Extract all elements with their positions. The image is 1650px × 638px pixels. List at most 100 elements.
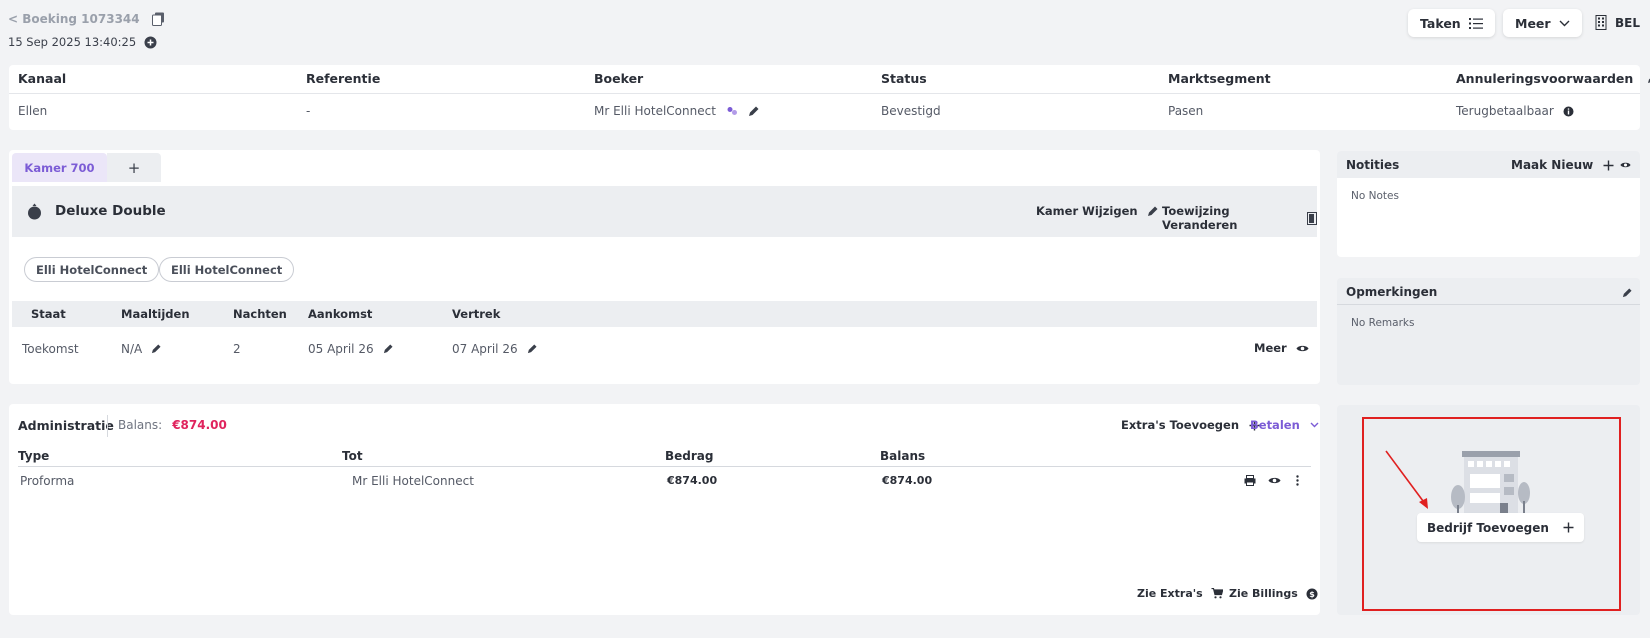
toewijzing-label: Toewijzing Veranderen [1162, 204, 1238, 232]
annulering-label: Annuleringsvoorwaarden [1456, 71, 1634, 86]
col-balans: Balans [880, 449, 926, 463]
room-card: Kamer 700 + Deluxe Double Kamer Wijzigen… [9, 150, 1320, 384]
row-type: Proforma [20, 474, 75, 488]
guest-chip[interactable]: Elli HotelConnect [24, 257, 160, 282]
chevron-down-icon [1559, 20, 1570, 27]
list-icon [1468, 17, 1483, 29]
door-icon [1307, 211, 1317, 225]
link-users-icon[interactable] [726, 106, 738, 116]
add-circle-icon[interactable] [144, 36, 157, 49]
zie-extras-button[interactable]: Zie Extra's [1137, 587, 1223, 600]
room-type-bar: Deluxe Double Kamer Wijzigen Toewijzing … [12, 186, 1317, 237]
nachten-value: 2 [233, 342, 241, 356]
building-icon [1595, 15, 1607, 30]
boeker-value: Mr Elli HotelConnect [594, 104, 716, 118]
balance-label: Balans: [118, 418, 163, 432]
pencil-icon[interactable] [527, 344, 537, 354]
company-card: Bedrijf Toevoegen [1337, 405, 1640, 615]
kamer-wijzigen-button[interactable]: Kamer Wijzigen [1036, 204, 1158, 218]
annotation-arrow-icon [1384, 449, 1434, 517]
back-link-text: < Boeking 1073344 [8, 12, 140, 26]
room-type-title: Deluxe Double [55, 203, 166, 219]
booking-timestamp: 15 Sep 2025 13:40:25 [8, 35, 157, 49]
col-bedrag: Bedrag [665, 449, 714, 463]
room-table-header: Staat Maaltijden Nachten Aankomst Vertre… [12, 301, 1317, 327]
row-balans: €874.00 [882, 474, 933, 487]
pencil-icon[interactable] [383, 344, 393, 354]
guest-chip[interactable]: Elli HotelConnect [159, 257, 295, 282]
pencil-icon[interactable] [151, 344, 161, 354]
kanaal-value: Ellen [18, 104, 48, 118]
extras-toevoegen-label: Extra's Toevoegen [1121, 418, 1240, 432]
eye-icon [1296, 344, 1309, 353]
booking-info-card: Kanaal Ellen Referentie - Boeker Mr Elli… [9, 65, 1650, 130]
admin-title: Administratie [18, 418, 114, 433]
staat-value: Toekomst [22, 342, 79, 356]
aankomst-field: 05 April 26 [308, 342, 393, 356]
marktsegment-label: Marktsegment [1168, 71, 1271, 86]
meer-dropdown-button[interactable]: Meer [1503, 9, 1582, 37]
administratie-card: Administratie Balans: €874.00 Extra's To… [9, 404, 1320, 615]
language-selector[interactable]: BEL [1595, 15, 1640, 30]
maak-nieuw-button[interactable]: Maak Nieuw [1511, 158, 1614, 172]
zie-billings-button[interactable]: Zie Billings $ [1229, 587, 1318, 600]
back-link[interactable]: < Boeking 1073344 [8, 12, 165, 26]
room-meer-label: Meer [1254, 341, 1287, 355]
balance-value: €874.00 [172, 418, 227, 432]
zie-extras-label: Zie Extra's [1137, 587, 1203, 600]
remarks-card: Opmerkingen No Remarks [1337, 278, 1640, 385]
betalen-dropdown[interactable]: Betalen [1250, 418, 1319, 432]
annulering-field: Terugbetaalbaar [1456, 104, 1574, 118]
pencil-icon[interactable] [748, 106, 759, 117]
print-icon[interactable] [1244, 475, 1256, 486]
zie-billings-label: Zie Billings [1229, 587, 1298, 600]
svg-text:$: $ [1309, 590, 1315, 599]
annulering-header: Annuleringsvoorwaarden [1456, 71, 1650, 86]
vertrek-value: 07 April 26 [452, 342, 518, 356]
taken-button[interactable]: Taken [1408, 9, 1495, 37]
edit-remarks-pencil-icon[interactable] [1622, 288, 1632, 298]
kanaal-label: Kanaal [18, 71, 67, 86]
bedrijf-toevoegen-label: Bedrijf Toevoegen [1427, 520, 1549, 535]
notes-title: Notities [1346, 158, 1400, 172]
row-bedrag: €874.00 [667, 474, 718, 487]
bedrijf-toevoegen-button[interactable]: Bedrijf Toevoegen [1417, 513, 1584, 542]
table-row: Toekomst N/A 2 05 April 26 07 April 26 M… [12, 327, 1317, 367]
pencil-icon [1147, 206, 1158, 217]
guest-chip-label: Elli HotelConnect [36, 262, 148, 277]
table-row[interactable]: Proforma Mr Elli HotelConnect €874.00 €8… [18, 467, 1311, 495]
col-staat: Staat [31, 307, 66, 321]
col-aankomst: Aankomst [308, 307, 373, 321]
referentie-label: Referentie [306, 71, 381, 86]
copy-icon[interactable] [151, 12, 165, 26]
no-remarks-text: No Remarks [1351, 317, 1415, 329]
col-maaltijden: Maaltijden [121, 307, 190, 321]
language-label: BEL [1615, 15, 1640, 30]
cart-icon [1211, 588, 1223, 599]
room-type-icon [27, 203, 42, 220]
eye-icon[interactable] [1268, 476, 1281, 485]
plus-icon [1563, 522, 1574, 533]
marktsegment-value: Pasen [1168, 104, 1204, 118]
add-tab-label: + [127, 158, 141, 177]
kamer-wijzigen-label: Kamer Wijzigen [1036, 204, 1138, 218]
row-tot: Mr Elli HotelConnect [352, 474, 474, 488]
add-room-tab[interactable]: + [107, 153, 161, 182]
col-tot: Tot [342, 449, 363, 463]
tab-kamer-700[interactable]: Kamer 700 [12, 153, 107, 182]
boeker-label: Boeker [594, 71, 644, 86]
no-notes-text: No Notes [1351, 190, 1399, 202]
chevron-down-icon [1310, 422, 1319, 428]
extras-toevoegen-button[interactable]: Extra's Toevoegen [1121, 418, 1260, 432]
remarks-title: Opmerkingen [1346, 285, 1438, 299]
maaltijden-field: N/A [121, 342, 161, 356]
status-label: Status [881, 71, 927, 86]
aankomst-value: 05 April 26 [308, 342, 374, 356]
room-meer-button[interactable]: Meer [1254, 341, 1309, 355]
more-vertical-icon[interactable] [1296, 475, 1299, 486]
vertrek-field: 07 April 26 [452, 342, 537, 356]
info-icon[interactable] [1563, 106, 1574, 117]
eye-icon[interactable] [1620, 161, 1631, 169]
meer-label: Meer [1515, 15, 1551, 31]
toewijzing-veranderen-button[interactable]: Toewijzing Veranderen [1162, 204, 1317, 232]
